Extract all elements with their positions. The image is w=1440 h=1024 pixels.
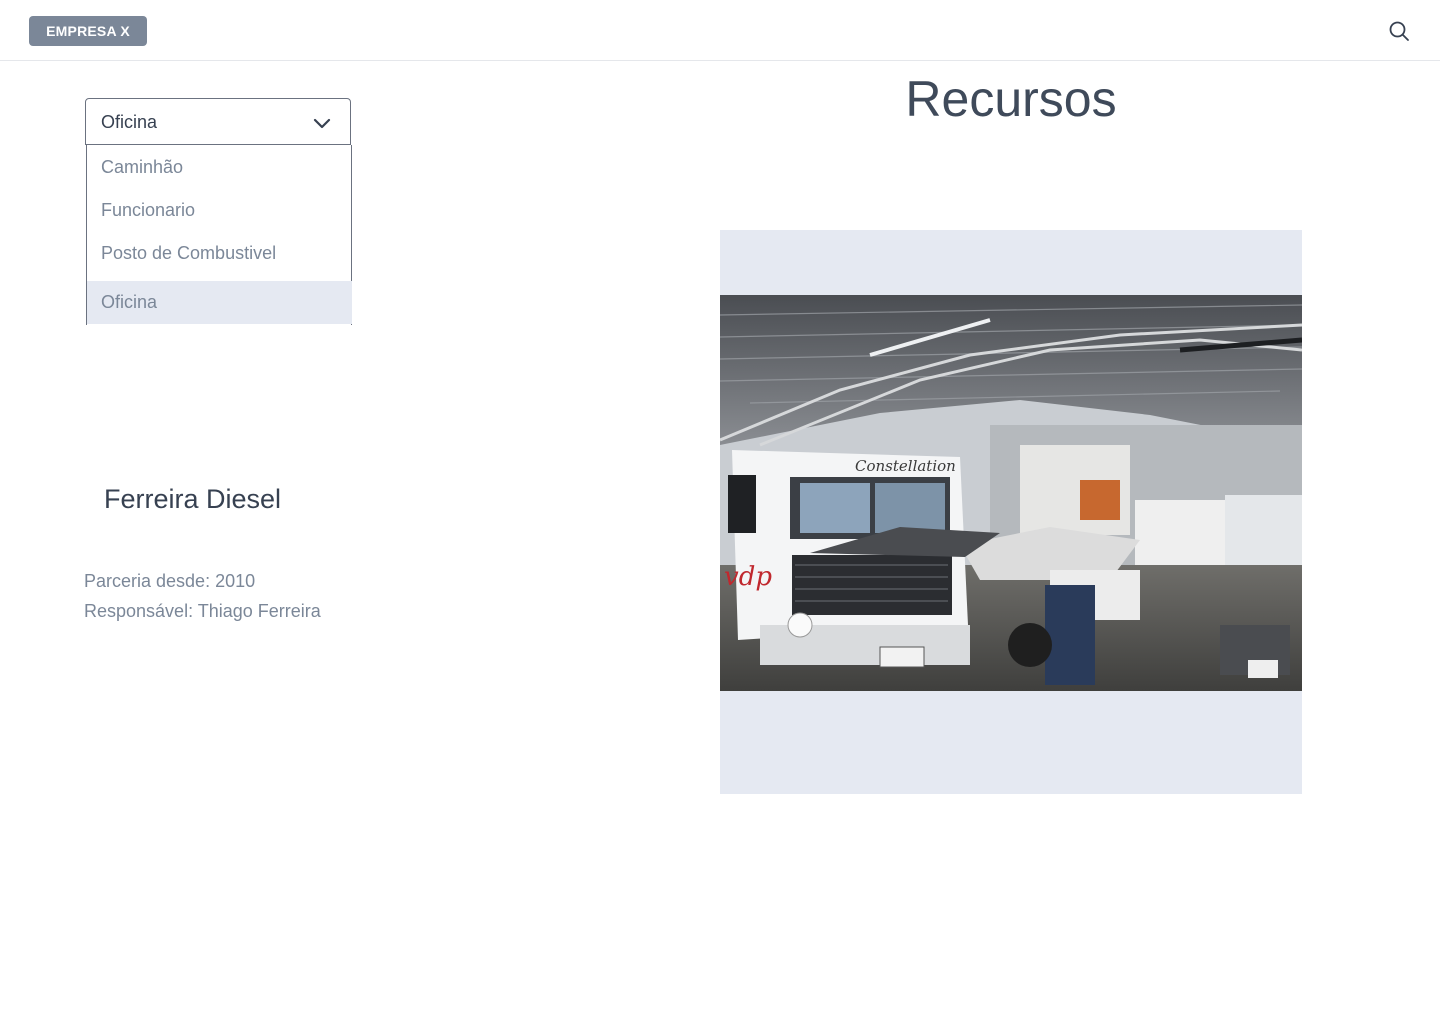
chevron-down-icon: [311, 114, 333, 132]
option-funcionario[interactable]: Funcionario: [87, 189, 352, 232]
search-icon[interactable]: [1386, 18, 1412, 44]
option-posto-de-combustivel[interactable]: Posto de Combustivel: [87, 232, 352, 275]
workshop-photo: vdp Constellation: [720, 295, 1302, 691]
option-caminhao[interactable]: Caminhão: [87, 146, 352, 189]
page-title: Recursos: [905, 71, 1117, 127]
top-navbar: EMPRESA X: [0, 0, 1440, 61]
resource-type-select[interactable]: Oficina: [85, 98, 351, 145]
resource-name: Ferreira Diesel: [104, 484, 282, 514]
partnership-since: Parceria desde: 2010: [84, 571, 256, 591]
option-oficina[interactable]: Oficina: [87, 281, 352, 324]
resource-image-frame: vdp Constellation: [720, 230, 1302, 794]
brand-logo-button[interactable]: EMPRESA X: [29, 16, 147, 46]
select-dropdown-list: Caminhão Funcionario Posto de Combustive…: [86, 145, 352, 325]
svg-text:vdp: vdp: [724, 562, 772, 592]
select-value: Oficina: [101, 112, 158, 132]
svg-text:Constellation: Constellation: [855, 457, 956, 475]
responsible-person: Responsável: Thiago Ferreira: [84, 601, 321, 621]
